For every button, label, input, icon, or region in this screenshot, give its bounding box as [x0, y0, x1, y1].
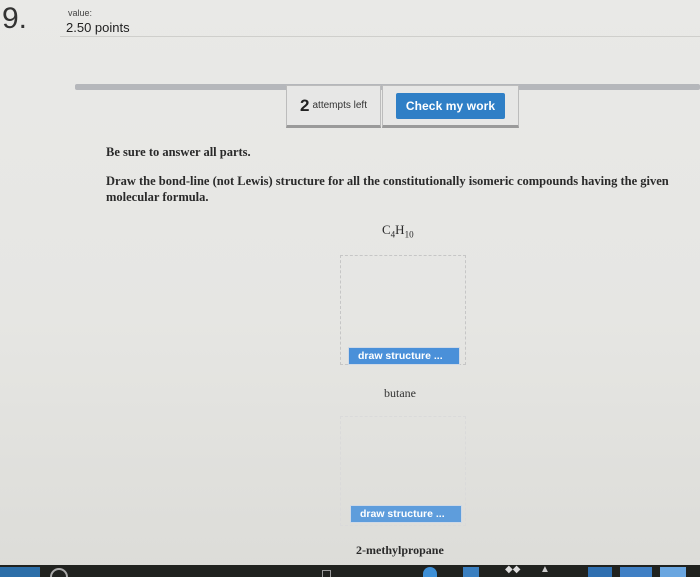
taskbar-folder-icon[interactable]: [463, 567, 479, 577]
draw-structure-button-1[interactable]: draw structure ...: [348, 347, 460, 365]
check-my-work-container: Check my work: [382, 85, 519, 128]
formula-c: C: [382, 222, 391, 237]
taskbar-start-icon[interactable]: [0, 567, 40, 577]
compound-name-2: 2-methylpropane: [356, 543, 444, 557]
value-points: 2.50 points: [66, 20, 130, 35]
taskbar-arrow-icon[interactable]: ▲: [540, 565, 558, 575]
taskbar-search-icon[interactable]: [50, 568, 68, 577]
taskbar: ◆◆ ▲: [0, 565, 700, 577]
taskbar-browser-icon[interactable]: [423, 567, 437, 577]
question-number: 9.: [2, 2, 28, 35]
taskbar-window-icon[interactable]: [322, 570, 331, 577]
value-label: value:: [68, 8, 93, 18]
compound-name-1: butane: [384, 386, 416, 400]
molecular-formula: C4H10: [382, 222, 414, 240]
taskbar-app-icon-3[interactable]: [660, 567, 686, 577]
draw-structure-button-2[interactable]: draw structure ...: [350, 505, 462, 523]
attempts-label: attempts left: [312, 100, 367, 111]
attempts-left-indicator: 2 attempts left: [286, 85, 381, 128]
header-divider: [60, 36, 700, 37]
instruction-answer-all: Be sure to answer all parts.: [106, 145, 251, 159]
formula-h-subscript: 10: [404, 229, 414, 240]
instruction-draw-structures: Draw the bond-line (not Lewis) structure…: [106, 174, 669, 204]
check-my-work-button[interactable]: Check my work: [395, 92, 506, 119]
attempts-count: 2: [300, 95, 310, 115]
taskbar-network-icon[interactable]: ◆◆: [505, 565, 525, 575]
formula-h: H: [395, 222, 405, 237]
taskbar-app-icon-1[interactable]: [588, 567, 612, 577]
taskbar-app-icon-2[interactable]: [620, 567, 652, 577]
